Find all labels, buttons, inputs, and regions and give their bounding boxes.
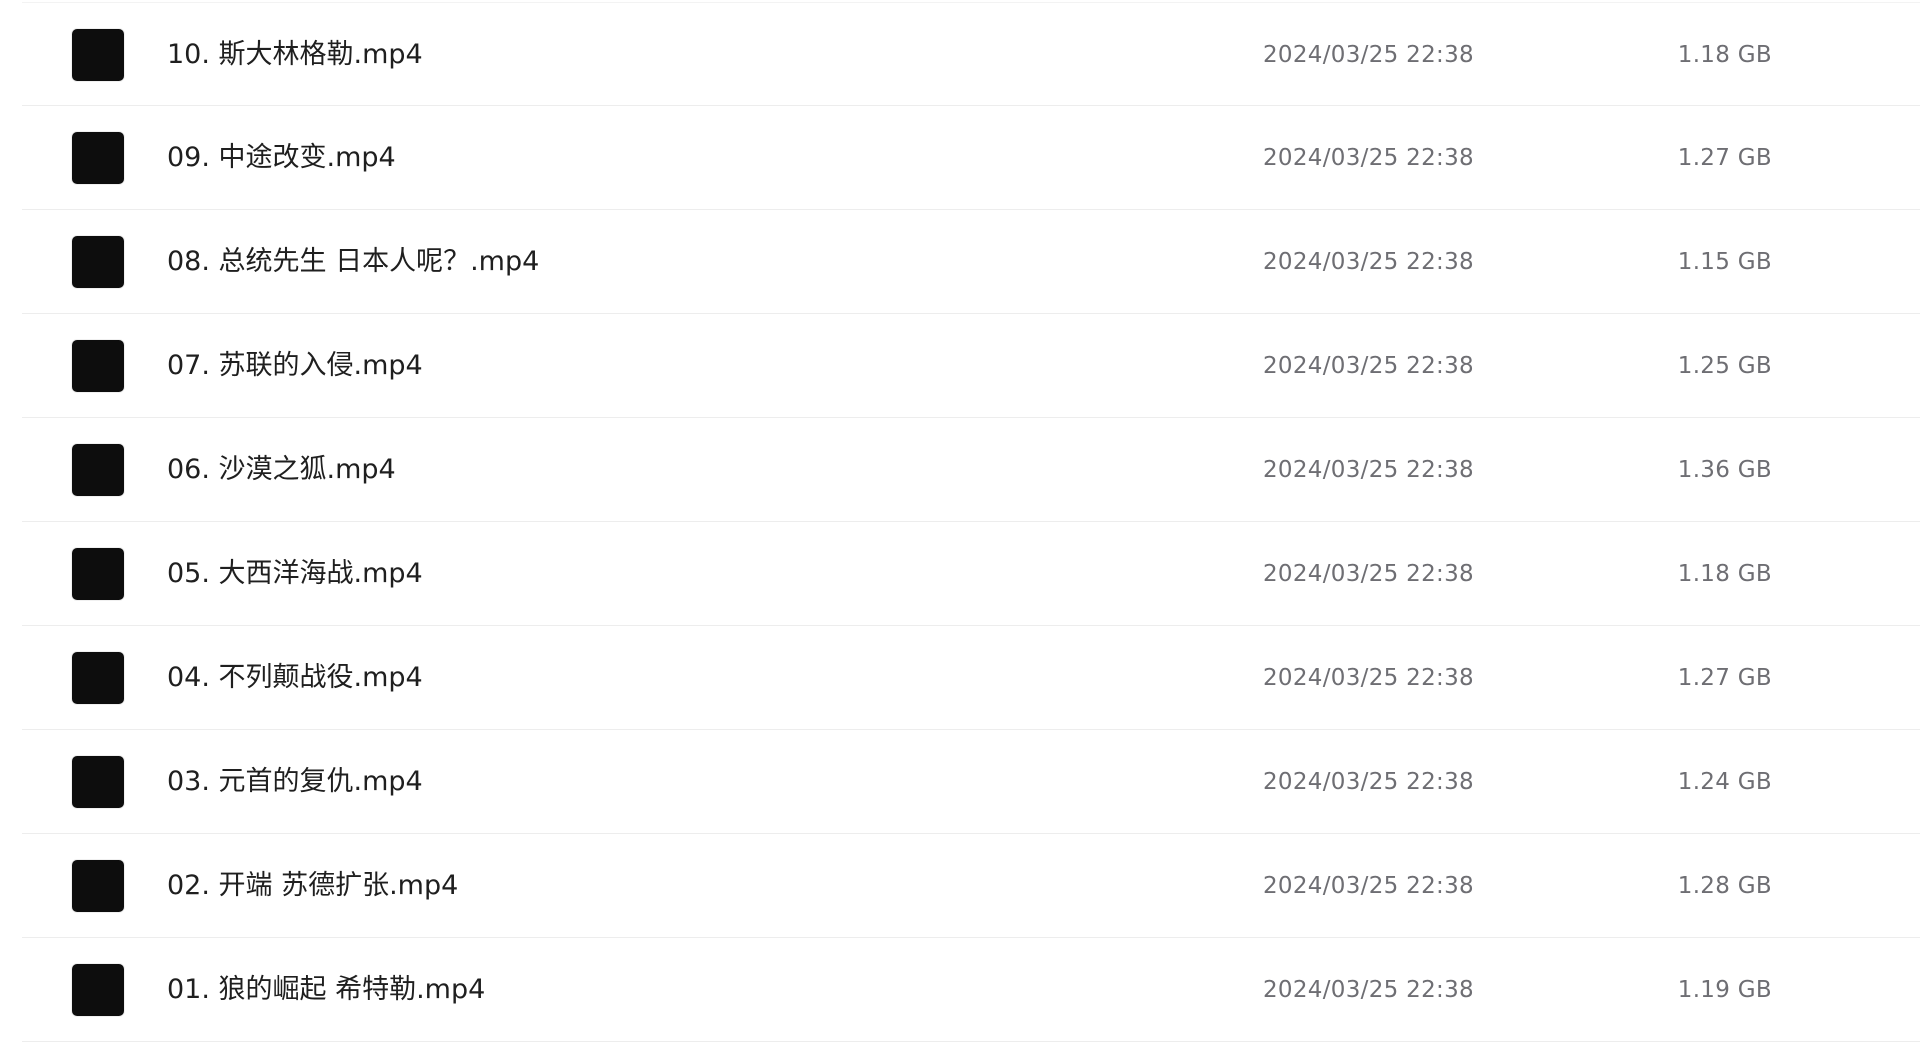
file-size: 1.36 GB [1677,457,1772,483]
video-thumbnail [72,548,124,600]
video-thumbnail [72,29,124,81]
file-size: 1.24 GB [1677,769,1772,795]
video-thumbnail [72,444,124,496]
file-size: 1.28 GB [1677,873,1772,899]
video-thumbnail [72,132,124,184]
file-modified-date: 2024/03/25 22:38 [1263,561,1474,587]
video-thumbnail [72,652,124,704]
file-name[interactable]: 01. 狼的崛起 希特勒.mp4 [167,938,485,1042]
file-row[interactable]: 02. 开端 苏德扩张.mp4 2024/03/25 22:38 1.28 GB [22,834,1920,938]
video-thumbnail [72,860,124,912]
file-name[interactable]: 07. 苏联的入侵.mp4 [167,314,423,418]
file-size: 1.27 GB [1677,145,1772,171]
file-modified-date: 2024/03/25 22:38 [1263,353,1474,379]
file-row[interactable]: 07. 苏联的入侵.mp4 2024/03/25 22:38 1.25 GB [22,314,1920,418]
file-size: 1.25 GB [1677,353,1772,379]
video-thumbnail [72,964,124,1016]
file-row[interactable]: 08. 总统先生 日本人呢？.mp4 2024/03/25 22:38 1.15… [22,210,1920,314]
file-size: 1.27 GB [1677,665,1772,691]
file-modified-date: 2024/03/25 22:38 [1263,249,1474,275]
file-row[interactable]: 09. 中途改变.mp4 2024/03/25 22:38 1.27 GB [22,106,1920,210]
file-row[interactable]: 06. 沙漠之狐.mp4 2024/03/25 22:38 1.36 GB [22,418,1920,522]
file-size: 1.18 GB [1677,42,1772,68]
video-thumbnail [72,236,124,288]
file-modified-date: 2024/03/25 22:38 [1263,769,1474,795]
file-modified-date: 2024/03/25 22:38 [1263,42,1474,68]
file-size: 1.15 GB [1677,249,1772,275]
file-size: 1.18 GB [1677,561,1772,587]
file-size: 1.19 GB [1677,977,1772,1003]
file-name[interactable]: 10. 斯大林格勒.mp4 [167,3,423,107]
file-modified-date: 2024/03/25 22:38 [1263,873,1474,899]
file-row[interactable]: 03. 元首的复仇.mp4 2024/03/25 22:38 1.24 GB [22,730,1920,834]
file-list: 10. 斯大林格勒.mp4 2024/03/25 22:38 1.18 GB 0… [0,0,1924,1052]
file-modified-date: 2024/03/25 22:38 [1263,457,1474,483]
file-name[interactable]: 08. 总统先生 日本人呢？.mp4 [167,210,539,314]
file-name[interactable]: 09. 中途改变.mp4 [167,106,396,210]
file-row[interactable]: 04. 不列颠战役.mp4 2024/03/25 22:38 1.27 GB [22,626,1920,730]
file-modified-date: 2024/03/25 22:38 [1263,977,1474,1003]
video-thumbnail [72,340,124,392]
file-name[interactable]: 05. 大西洋海战.mp4 [167,522,423,626]
file-row[interactable]: 01. 狼的崛起 希特勒.mp4 2024/03/25 22:38 1.19 G… [22,938,1920,1042]
file-name[interactable]: 02. 开端 苏德扩张.mp4 [167,834,458,938]
file-row[interactable]: 05. 大西洋海战.mp4 2024/03/25 22:38 1.18 GB [22,522,1920,626]
file-name[interactable]: 03. 元首的复仇.mp4 [167,730,423,834]
file-name[interactable]: 04. 不列颠战役.mp4 [167,626,423,730]
video-thumbnail [72,756,124,808]
file-name[interactable]: 06. 沙漠之狐.mp4 [167,418,396,522]
file-modified-date: 2024/03/25 22:38 [1263,145,1474,171]
file-row[interactable]: 10. 斯大林格勒.mp4 2024/03/25 22:38 1.18 GB [22,2,1920,106]
file-modified-date: 2024/03/25 22:38 [1263,665,1474,691]
